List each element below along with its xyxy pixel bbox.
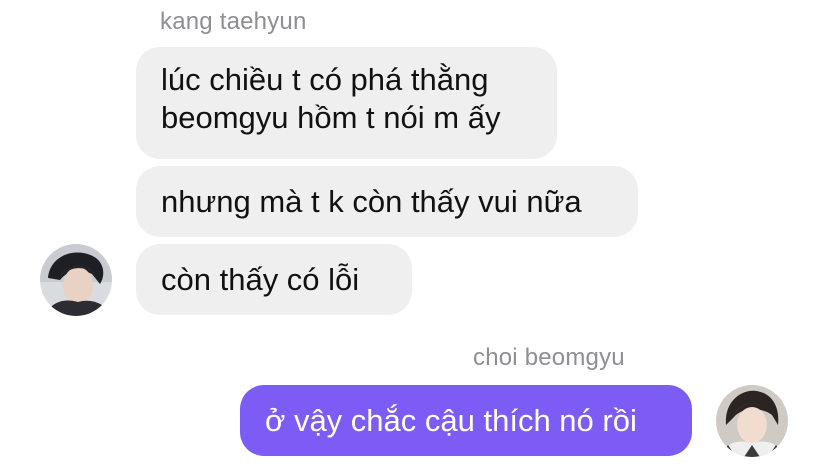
sender-name-choi-beomgyu: choi beomgyu <box>473 344 625 371</box>
message-text-line-1: lúc chiều t có phá thằng <box>161 62 489 97</box>
message-bubble-outgoing[interactable]: ở vậy chắc cậu thích nó rồi <box>240 385 692 456</box>
message-bubble[interactable]: lúc chiều t có phá thằng beomgyu hồm t n… <box>136 47 557 159</box>
message-text-line-2: beomgyu hồm t nói m ấy <box>161 100 501 135</box>
avatar-icon[interactable] <box>40 244 112 316</box>
message-bubble[interactable]: nhưng mà t k còn thấy vui nữa <box>136 166 638 237</box>
chat-thread: kang taehyun lúc chiều t có phá thằng be… <box>0 0 828 471</box>
message-text: nhưng mà t k còn thấy vui nữa <box>161 183 582 219</box>
message-text: còn thấy có lỗi <box>161 261 360 297</box>
message-bubble[interactable]: còn thấy có lỗi <box>136 244 412 315</box>
message-text: ở vậy chắc cậu thích nó rồi <box>265 402 637 438</box>
avatar-icon[interactable] <box>716 385 788 457</box>
sender-name-kang-taehyun: kang taehyun <box>160 8 307 35</box>
avatar-taehyun-photo <box>40 244 112 316</box>
avatar-beomgyu-photo <box>716 385 788 457</box>
